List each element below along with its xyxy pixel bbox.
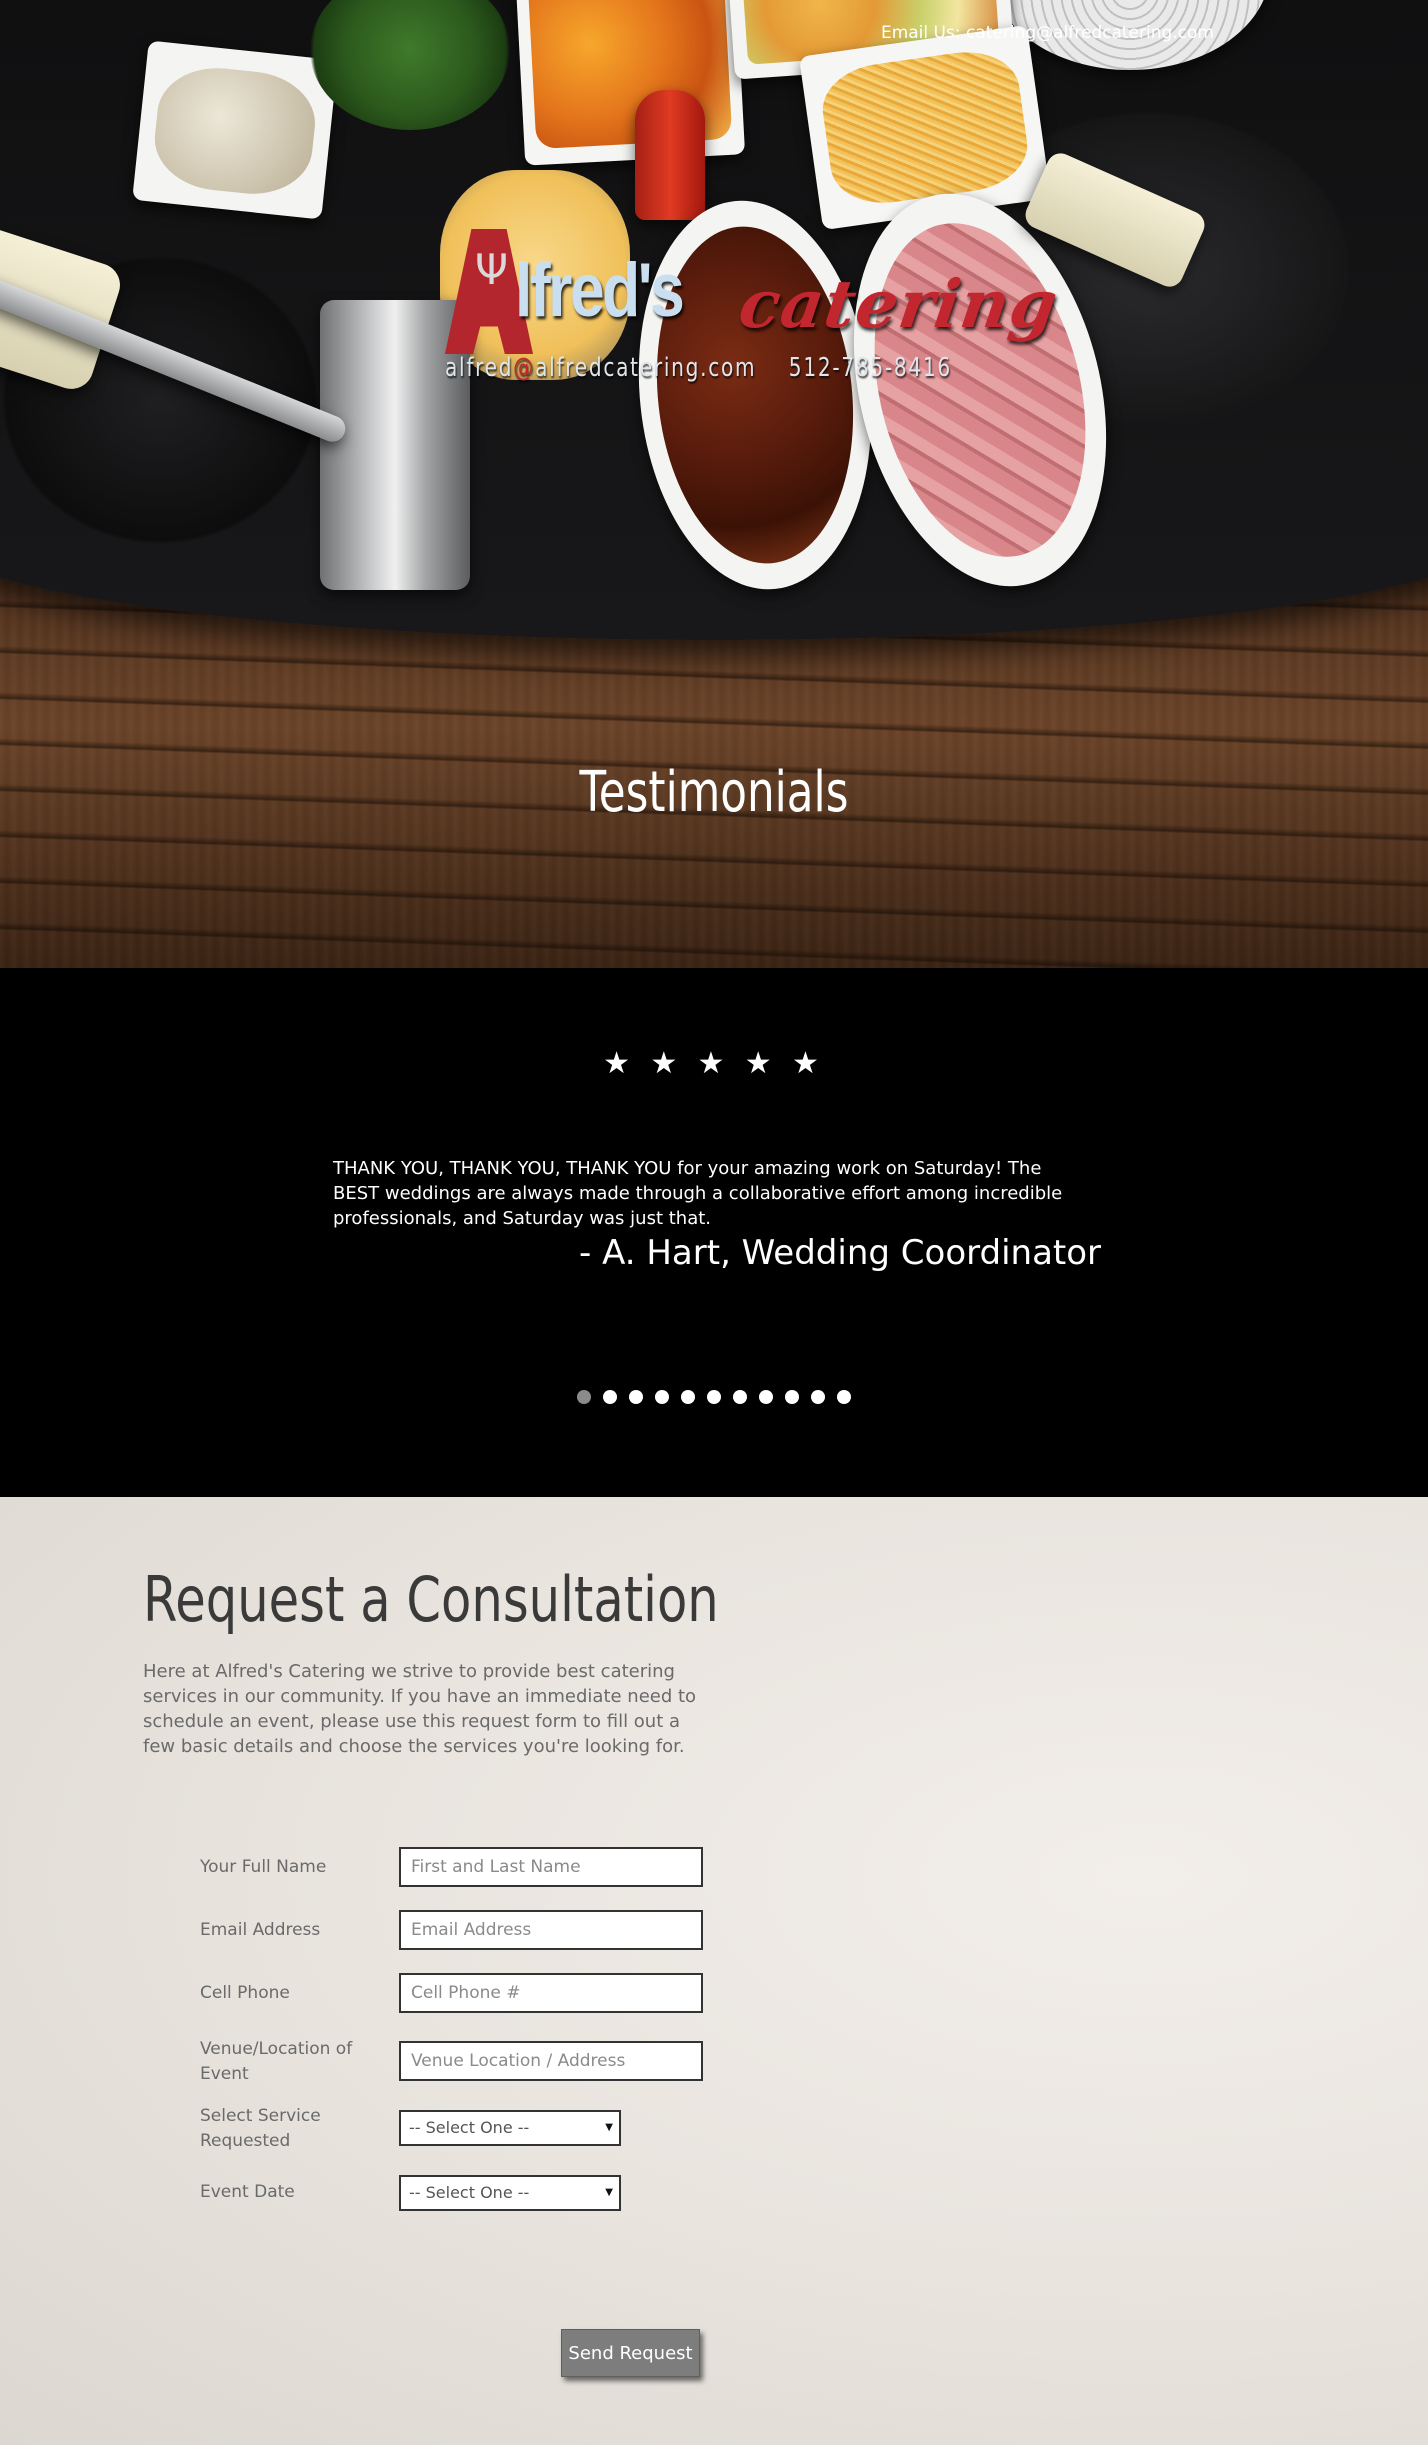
logo-email-user: alfred — [445, 353, 514, 383]
full-name-field[interactable] — [399, 1847, 703, 1887]
logo-contact-line: alfred@alfredcatering.com 512-785-8416 — [445, 353, 952, 383]
dropdown-caret-icon: ▼ — [605, 2187, 613, 2198]
phone-label: Cell Phone — [200, 1983, 290, 2003]
logo-name: lfred's — [515, 248, 685, 333]
testimonial-quote: THANK YOU, THANK YOU, THANK YOU for your… — [333, 1158, 1063, 1229]
email-link[interactable]: Email Us: catering@alfredcatering.com — [881, 23, 1214, 43]
cell-phone-field[interactable] — [399, 1973, 703, 2013]
slider-dot-4[interactable] — [655, 1390, 669, 1404]
service-label: Select Service Requested — [200, 2106, 321, 2151]
slider-dot-5[interactable] — [681, 1390, 695, 1404]
service-select[interactable]: -- Select One -- ▼ — [399, 2110, 621, 2146]
service-select-value: -- Select One -- — [409, 2118, 530, 2137]
event-date-select[interactable]: -- Select One -- ▼ — [399, 2175, 621, 2211]
date-label: Event Date — [200, 2182, 295, 2202]
rating-stars: ★ ★ ★ ★ ★ — [603, 1047, 825, 1080]
consultation-section: Request a Consultation Here at Alfred's … — [0, 1497, 1428, 2445]
event-date-select-value: -- Select One -- — [409, 2183, 530, 2202]
logo-tagline: catering — [734, 265, 1063, 343]
venue-label: Venue/Location of Event — [200, 2039, 353, 2084]
sauce-bottle — [635, 90, 705, 220]
rice-dish — [132, 40, 338, 220]
name-label: Your Full Name — [200, 1857, 327, 1877]
fork-icon: Ψ — [475, 245, 509, 294]
slider-dot-2[interactable] — [603, 1390, 617, 1404]
email-label: Email Address — [200, 1920, 321, 1940]
email-field[interactable] — [399, 1910, 703, 1950]
testimonials-heading: Testimonials — [579, 760, 849, 825]
slider-dot-1[interactable] — [577, 1390, 591, 1404]
slider-dot-9[interactable] — [785, 1390, 799, 1404]
slider-pagination — [577, 1390, 851, 1404]
slider-dot-3[interactable] — [629, 1390, 643, 1404]
dropdown-caret-icon: ▼ — [605, 2122, 613, 2133]
slider-dot-11[interactable] — [837, 1390, 851, 1404]
testimonial-slider: ★ ★ ★ ★ ★ THANK YOU, THANK YOU, THANK YO… — [0, 968, 1428, 1497]
slider-dot-8[interactable] — [759, 1390, 773, 1404]
slider-dot-7[interactable] — [733, 1390, 747, 1404]
slider-dot-10[interactable] — [811, 1390, 825, 1404]
form-title: Request a Consultation — [143, 1563, 719, 1636]
slider-dot-6[interactable] — [707, 1390, 721, 1404]
form-intro: Here at Alfred's Catering we strive to p… — [143, 1661, 697, 1757]
logo-email-domain: alfredcatering.com — [535, 353, 757, 383]
alfreds-catering-logo[interactable]: Ψ lfred's catering alfred@alfredcatering… — [445, 225, 1063, 385]
logo-email-at: @ — [513, 353, 536, 383]
hero-banner: Email Us: catering@alfredcatering.com Ψ … — [0, 0, 1428, 968]
spinach-bowl — [310, 0, 510, 130]
testimonial-author: - A. Hart, Wedding Coordinator — [579, 1233, 1102, 1273]
send-request-button[interactable]: Send Request — [561, 2329, 700, 2377]
logo-phone: 512-785-8416 — [788, 353, 952, 383]
venue-field[interactable] — [399, 2041, 703, 2081]
orange-dish — [514, 0, 746, 166]
